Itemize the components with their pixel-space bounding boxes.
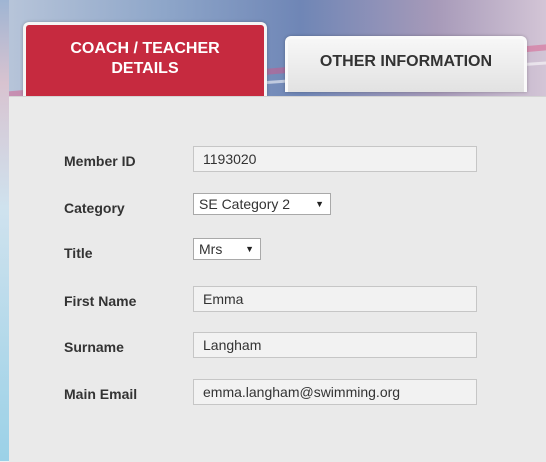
caret-down-icon: ▼ <box>315 199 324 209</box>
title-selected-value: Mrs <box>199 241 223 257</box>
category-label: Category <box>64 200 125 216</box>
left-edge-decoration <box>0 0 9 461</box>
caret-down-icon: ▼ <box>245 244 254 254</box>
surname-row: Surname <box>9 332 546 362</box>
tab-other-information[interactable]: OTHER INFORMATION <box>285 36 527 92</box>
title-select[interactable]: Mrs ▼ <box>193 238 261 260</box>
main-email-field[interactable] <box>193 379 477 405</box>
first-name-field[interactable] <box>193 286 477 312</box>
main-email-row: Main Email <box>9 379 546 409</box>
member-id-row: Member ID <box>9 146 546 176</box>
tab-label-line1: COACH / TEACHER <box>70 40 220 57</box>
surname-field[interactable] <box>193 332 477 358</box>
tab-label: OTHER INFORMATION <box>319 53 493 70</box>
tab-content: Member ID Category SE Category 2 ▼ Title… <box>9 96 546 462</box>
tab-coach-teacher-details[interactable]: COACH / TEACHER DETAILS <box>23 22 267 96</box>
title-label: Title <box>64 245 93 261</box>
surname-label: Surname <box>64 339 124 355</box>
main-email-label: Main Email <box>64 386 138 402</box>
member-id-label: Member ID <box>64 153 136 169</box>
tab-label-line2: DETAILS <box>111 60 179 77</box>
member-id-field[interactable] <box>193 146 477 172</box>
category-row: Category SE Category 2 ▼ <box>9 193 546 223</box>
first-name-row: First Name <box>9 286 546 316</box>
first-name-label: First Name <box>64 293 137 309</box>
category-selected-value: SE Category 2 <box>199 196 291 212</box>
form-panel: COACH / TEACHER DETAILS OTHER INFORMATIO… <box>9 0 546 462</box>
category-select[interactable]: SE Category 2 ▼ <box>193 193 331 215</box>
title-row: Title Mrs ▼ <box>9 238 546 268</box>
